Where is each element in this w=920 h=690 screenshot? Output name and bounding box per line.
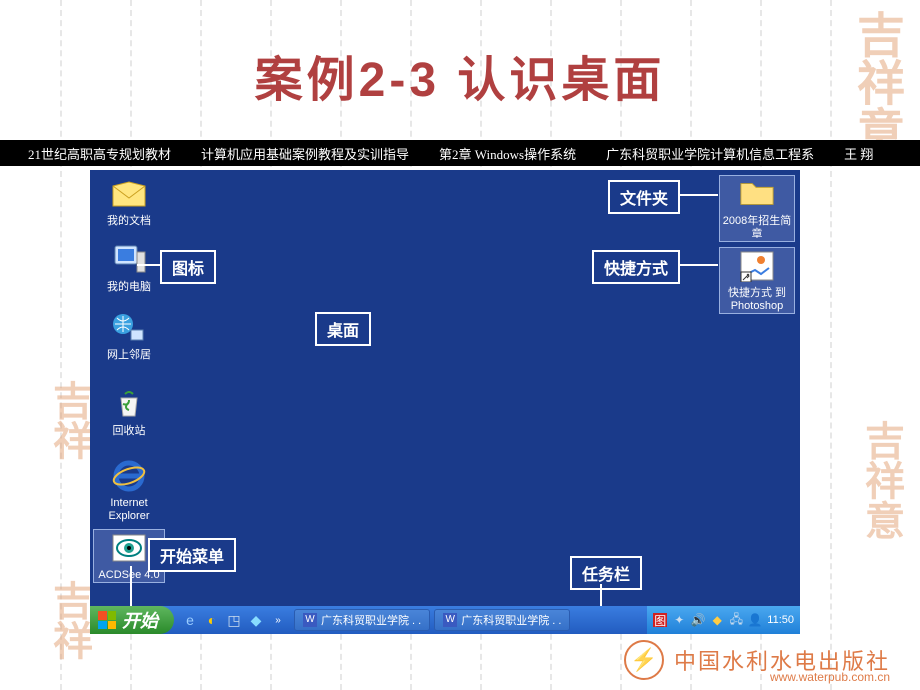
callout-taskbar: 任务栏 xyxy=(570,556,642,590)
icon-label: 2008年招生简章 xyxy=(720,215,794,241)
quick-launch: e ◐ ◳ ◆ » xyxy=(174,612,294,628)
watermark-right: 吉祥意 xyxy=(852,420,910,540)
leader-folder xyxy=(680,194,718,196)
icon-label: Internet Explorer xyxy=(94,497,164,523)
desktop-icon[interactable]: ◳ xyxy=(226,612,242,628)
publisher-url: www.waterpub.com.cn xyxy=(770,670,890,684)
slide-title: 案例2-3 认识桌面 xyxy=(0,40,920,110)
crumb-3: 第2章 Windows操作系统 xyxy=(439,144,576,163)
publisher-brand: ⚡ 中国水利水电出版社 www.waterpub.com.cn xyxy=(624,640,890,680)
tray-icon[interactable]: 图 xyxy=(653,613,667,627)
network-icon xyxy=(111,310,147,346)
crumb-4: 广东科贸职业学院计算机信息工程系 xyxy=(606,144,814,163)
network-icon[interactable]: 🖧 xyxy=(729,613,743,627)
envelope-icon xyxy=(111,176,147,212)
app-icon[interactable]: ◆ xyxy=(248,612,264,628)
desktop-icon-recycle-bin[interactable]: 回收站 xyxy=(94,386,164,438)
tray-icon[interactable]: ◆ xyxy=(710,613,724,627)
callout-folder: 文件夹 xyxy=(608,180,680,214)
system-tray: 图 ✦ 🔊 ◆ 🖧 👤 11:50 xyxy=(647,606,800,634)
chevron-icon[interactable]: » xyxy=(270,612,286,628)
publisher-logo-icon: ⚡ xyxy=(624,640,664,680)
crumb-1: 21世纪高职高专规划教材 xyxy=(28,144,171,163)
leader-shortcut xyxy=(680,264,718,266)
task-label: 广东科贸职业学院 . . xyxy=(321,612,421,628)
taskbar: 开始 e ◐ ◳ ◆ » W 广东科贸职业学院 . . W 广东科贸职业学院 .… xyxy=(90,606,800,634)
word-icon: W xyxy=(303,613,317,627)
recycle-icon xyxy=(111,386,147,422)
folder-icon xyxy=(739,176,775,212)
word-icon: W xyxy=(443,613,457,627)
windows-logo-icon xyxy=(98,611,116,629)
leader-startmenu xyxy=(130,566,132,606)
desktop-icon-my-documents[interactable]: 我的文档 xyxy=(94,176,164,228)
tray-icon[interactable]: ✦ xyxy=(672,613,686,627)
photoshop-icon xyxy=(739,248,775,284)
volume-icon[interactable]: 🔊 xyxy=(691,613,705,627)
icon-label: 我的文档 xyxy=(94,215,164,228)
desktop-icon-photoshop-shortcut[interactable]: 快捷方式 到 Photoshop xyxy=(720,248,794,313)
icon-label: 回收站 xyxy=(94,425,164,438)
msn-icon[interactable]: 👤 xyxy=(748,613,762,627)
clock[interactable]: 11:50 xyxy=(767,614,794,626)
ie-icon xyxy=(111,458,147,494)
leader-taskbar xyxy=(600,584,602,606)
desktop-area[interactable]: 我的文档 我的电脑 网上邻居 回收站 Internet Explorer ACD… xyxy=(90,170,800,634)
breadcrumb: 21世纪高职高专规划教材 计算机应用基础案例教程及实训指导 第2章 Window… xyxy=(0,140,920,166)
leader-icon xyxy=(137,264,160,266)
icon-label: 网上邻居 xyxy=(94,349,164,362)
desktop-icon-my-computer[interactable]: 我的电脑 xyxy=(94,242,164,294)
callout-icon: 图标 xyxy=(160,250,216,284)
taskbar-item-1[interactable]: W 广东科贸职业学院 . . xyxy=(294,609,430,631)
callout-startmenu: 开始菜单 xyxy=(148,538,236,572)
media-icon[interactable]: ◐ xyxy=(204,612,220,628)
task-label: 广东科贸职业学院 . . xyxy=(461,612,561,628)
crumb-2: 计算机应用基础案例教程及实训指导 xyxy=(201,144,409,163)
icon-label: 快捷方式 到 Photoshop xyxy=(720,287,794,313)
icon-label: 我的电脑 xyxy=(94,281,164,294)
start-label: 开始 xyxy=(122,607,158,633)
callout-desktop: 桌面 xyxy=(315,312,371,346)
desktop-icon-ie[interactable]: Internet Explorer xyxy=(94,458,164,523)
computer-icon xyxy=(111,242,147,278)
desktop-icon-folder-2008[interactable]: 2008年招生简章 xyxy=(720,176,794,241)
eye-icon xyxy=(111,530,147,566)
desktop-icon-network[interactable]: 网上邻居 xyxy=(94,310,164,362)
callout-shortcut: 快捷方式 xyxy=(592,250,680,284)
start-button[interactable]: 开始 xyxy=(90,606,174,634)
crumb-5: 王 翔 xyxy=(844,144,873,163)
ie-icon[interactable]: e xyxy=(182,612,198,628)
taskbar-item-2[interactable]: W 广东科贸职业学院 . . xyxy=(434,609,570,631)
